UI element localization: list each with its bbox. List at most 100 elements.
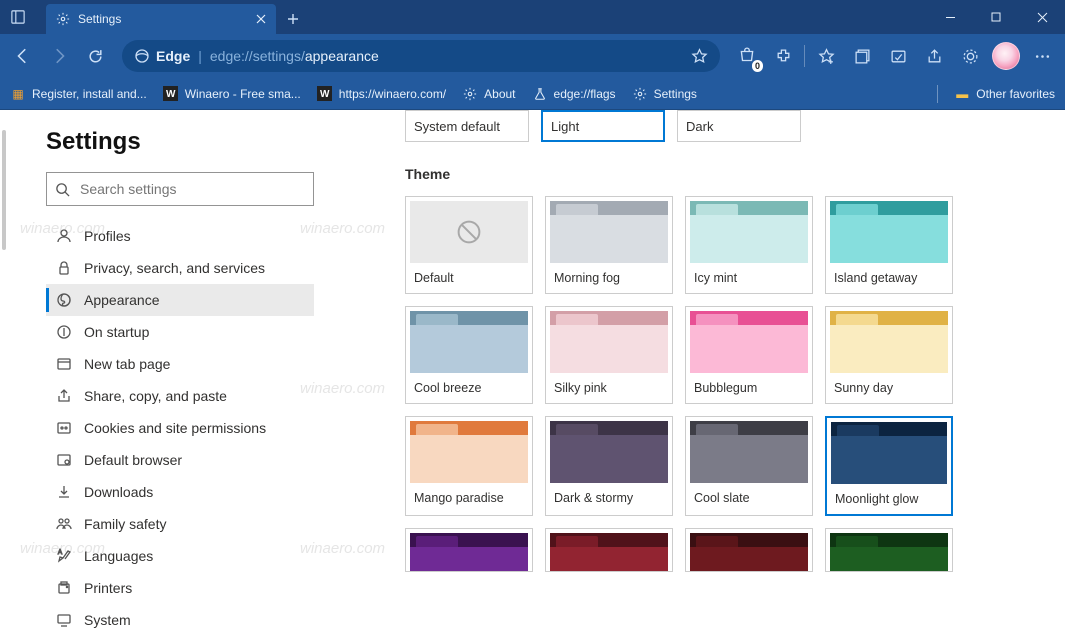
sidebar-item-new-tab-page[interactable]: New tab page xyxy=(46,348,314,380)
sidebar-item-downloads[interactable]: Downloads xyxy=(46,476,314,508)
theme-card-partial-[interactable] xyxy=(685,528,813,572)
search-input[interactable] xyxy=(80,181,305,197)
theme-card-mango-paradise[interactable]: Mango paradise xyxy=(405,416,533,516)
theme-card-partial-[interactable] xyxy=(405,528,533,572)
sidebar-item-family-safety[interactable]: Family safety xyxy=(46,508,314,540)
url-protocol: edge:// xyxy=(210,48,253,64)
new-tab-button[interactable] xyxy=(278,4,308,34)
theme-card-default[interactable]: Default xyxy=(405,196,533,294)
search-box[interactable] xyxy=(46,172,314,206)
close-icon[interactable] xyxy=(256,14,266,24)
bookmark-icon: ▦ xyxy=(10,86,26,102)
nav-icon xyxy=(56,292,72,308)
sidebar-item-label: On startup xyxy=(84,324,149,340)
theme-card-cool-breeze[interactable]: Cool breeze xyxy=(405,306,533,404)
favorite-star-icon[interactable] xyxy=(691,48,708,65)
more-icon[interactable] xyxy=(1025,39,1059,73)
theme-label: Morning fog xyxy=(550,263,668,287)
settings-main: System default Light Dark Theme Default M… xyxy=(340,110,1065,641)
settings-nav: Profiles Privacy, search, and services App… xyxy=(46,220,320,636)
forward-button[interactable] xyxy=(42,39,76,73)
theme-label: Mango paradise xyxy=(410,483,528,507)
sidebar-item-system[interactable]: System xyxy=(46,604,314,636)
theme-label: Island getaway xyxy=(830,263,948,287)
bookmark-item[interactable]: About xyxy=(462,86,515,102)
sidebar-item-languages[interactable]: ALanguages xyxy=(46,540,314,572)
theme-card-partial-[interactable] xyxy=(545,528,673,572)
nav-icon xyxy=(56,388,72,404)
sidebar-item-label: Family safety xyxy=(84,516,166,532)
sidebar-item-label: Share, copy, and paste xyxy=(84,388,227,404)
search-icon xyxy=(55,182,70,197)
sidebar-item-label: Profiles xyxy=(84,228,131,244)
shopping-icon[interactable]: 0 xyxy=(730,39,764,73)
theme-card-icy-mint[interactable]: Icy mint xyxy=(685,196,813,294)
maximize-button[interactable] xyxy=(973,0,1019,34)
bookmark-icon: W xyxy=(163,86,179,102)
sidebar-item-label: New tab page xyxy=(84,356,170,372)
bookmark-item[interactable]: edge://flags xyxy=(532,86,616,102)
bookmark-item[interactable]: Settings xyxy=(632,86,697,102)
sidebar-item-printers[interactable]: Printers xyxy=(46,572,314,604)
sidebar-item-label: Privacy, search, and services xyxy=(84,260,265,276)
sidebar-item-label: System xyxy=(84,612,131,628)
tab-actions-icon[interactable] xyxy=(4,3,32,31)
other-favorites[interactable]: ▬Other favorites xyxy=(954,86,1055,102)
theme-card-partial-[interactable] xyxy=(825,528,953,572)
sidebar-item-cookies-and-site-permissions[interactable]: Cookies and site permissions xyxy=(46,412,314,444)
share-icon[interactable] xyxy=(917,39,951,73)
sidebar-item-on-startup[interactable]: On startup xyxy=(46,316,314,348)
bookmark-item[interactable]: ▦Register, install and... xyxy=(10,86,147,102)
bookmark-item[interactable]: WWinaero - Free sma... xyxy=(163,86,301,102)
folder-icon: ▬ xyxy=(954,86,970,102)
theme-card-island-getaway[interactable]: Island getaway xyxy=(825,196,953,294)
theme-label: Cool slate xyxy=(690,483,808,507)
theme-card-cool-slate[interactable]: Cool slate xyxy=(685,416,813,516)
theme-label: Moonlight glow xyxy=(831,484,947,508)
extensions-icon[interactable] xyxy=(766,39,800,73)
nav-icon xyxy=(56,516,72,532)
edge-icon xyxy=(134,48,150,64)
badge-count: 0 xyxy=(752,60,763,72)
theme-card-sunny-day[interactable]: Sunny day xyxy=(825,306,953,404)
favorites-icon[interactable] xyxy=(809,39,843,73)
scrollbar-thumb[interactable] xyxy=(2,130,6,250)
sidebar-item-profiles[interactable]: Profiles xyxy=(46,220,314,252)
theme-label: Default xyxy=(410,263,528,287)
bookmark-item[interactable]: Whttps://winaero.com/ xyxy=(317,86,446,102)
svg-text:W: W xyxy=(166,89,176,100)
page-title: Settings xyxy=(46,128,320,156)
theme-label: Dark & stormy xyxy=(550,483,668,507)
screenshot-icon[interactable] xyxy=(881,39,915,73)
address-bar[interactable]: Edge | edge://settings/appearance xyxy=(122,40,720,72)
theme-label: Silky pink xyxy=(550,373,668,397)
settings-sidebar: Settings Profiles Privacy, search, and se… xyxy=(0,110,340,641)
sidebar-item-privacy-search-and-services[interactable]: Privacy, search, and services xyxy=(46,252,314,284)
theme-card-morning-fog[interactable]: Morning fog xyxy=(545,196,673,294)
browser-tab[interactable]: Settings xyxy=(46,4,276,34)
gear-icon xyxy=(462,86,478,102)
minimize-button[interactable] xyxy=(927,0,973,34)
theme-card-silky-pink[interactable]: Silky pink xyxy=(545,306,673,404)
url-path-bright: appearance xyxy=(305,48,379,64)
performance-icon[interactable] xyxy=(953,39,987,73)
sidebar-item-default-browser[interactable]: Default browser xyxy=(46,444,314,476)
theme-heading: Theme xyxy=(405,166,1045,182)
profile-avatar[interactable] xyxy=(989,39,1023,73)
window-controls xyxy=(927,0,1065,34)
theme-card-moonlight-glow[interactable]: Moonlight glow xyxy=(825,416,953,516)
theme-card-bubblegum[interactable]: Bubblegum xyxy=(685,306,813,404)
mode-light[interactable]: Light xyxy=(541,110,665,142)
refresh-button[interactable] xyxy=(78,39,112,73)
mode-system-default[interactable]: System default xyxy=(405,110,529,142)
nav-icon xyxy=(56,228,72,244)
close-window-button[interactable] xyxy=(1019,0,1065,34)
sidebar-item-appearance[interactable]: Appearance xyxy=(46,284,314,316)
mode-dark[interactable]: Dark xyxy=(677,110,801,142)
sidebar-item-share-copy-and-paste[interactable]: Share, copy, and paste xyxy=(46,380,314,412)
back-button[interactable] xyxy=(6,39,40,73)
gear-icon xyxy=(56,12,70,26)
theme-card-dark-stormy[interactable]: Dark & stormy xyxy=(545,416,673,516)
prohibited-icon xyxy=(456,219,482,245)
collections-icon[interactable] xyxy=(845,39,879,73)
